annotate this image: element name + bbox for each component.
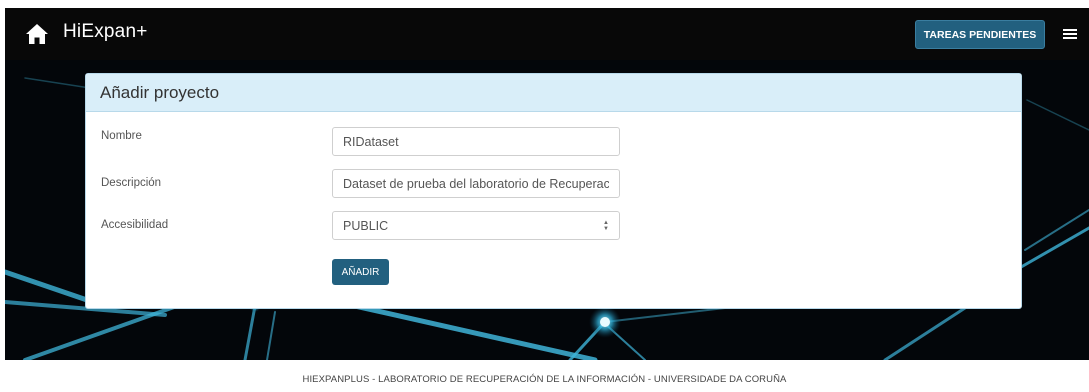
accesibilidad-selected-value: PUBLIC bbox=[343, 218, 389, 233]
anadir-button[interactable]: AÑADIR bbox=[332, 259, 389, 285]
accesibilidad-select[interactable]: PUBLIC ▲ ▼ bbox=[332, 211, 620, 240]
nombre-label: Nombre bbox=[101, 130, 142, 142]
tareas-pendientes-button[interactable]: TAREAS PENDIENTES bbox=[915, 20, 1045, 49]
footer-text: HIEXPANPLUS - LABORATORIO DE RECUPERACIÓ… bbox=[302, 374, 787, 385]
hamburger-menu-icon[interactable] bbox=[1062, 26, 1078, 42]
add-project-panel: Añadir proyecto Nombre Descripción Acces… bbox=[85, 73, 1022, 309]
select-arrows-icon: ▲ ▼ bbox=[603, 219, 609, 232]
descripcion-input[interactable] bbox=[332, 169, 620, 198]
brand-link[interactable]: HiExpan+ bbox=[63, 21, 148, 43]
panel-header: Añadir proyecto bbox=[86, 74, 1021, 112]
descripcion-label: Descripción bbox=[101, 177, 162, 189]
nombre-input[interactable] bbox=[332, 127, 620, 156]
home-icon[interactable] bbox=[25, 23, 49, 45]
accesibilidad-label: Accesibilidad bbox=[101, 219, 169, 231]
top-navbar: HiExpan+ TAREAS PENDIENTES bbox=[5, 8, 1089, 60]
panel-title: Añadir proyecto bbox=[100, 82, 220, 102]
